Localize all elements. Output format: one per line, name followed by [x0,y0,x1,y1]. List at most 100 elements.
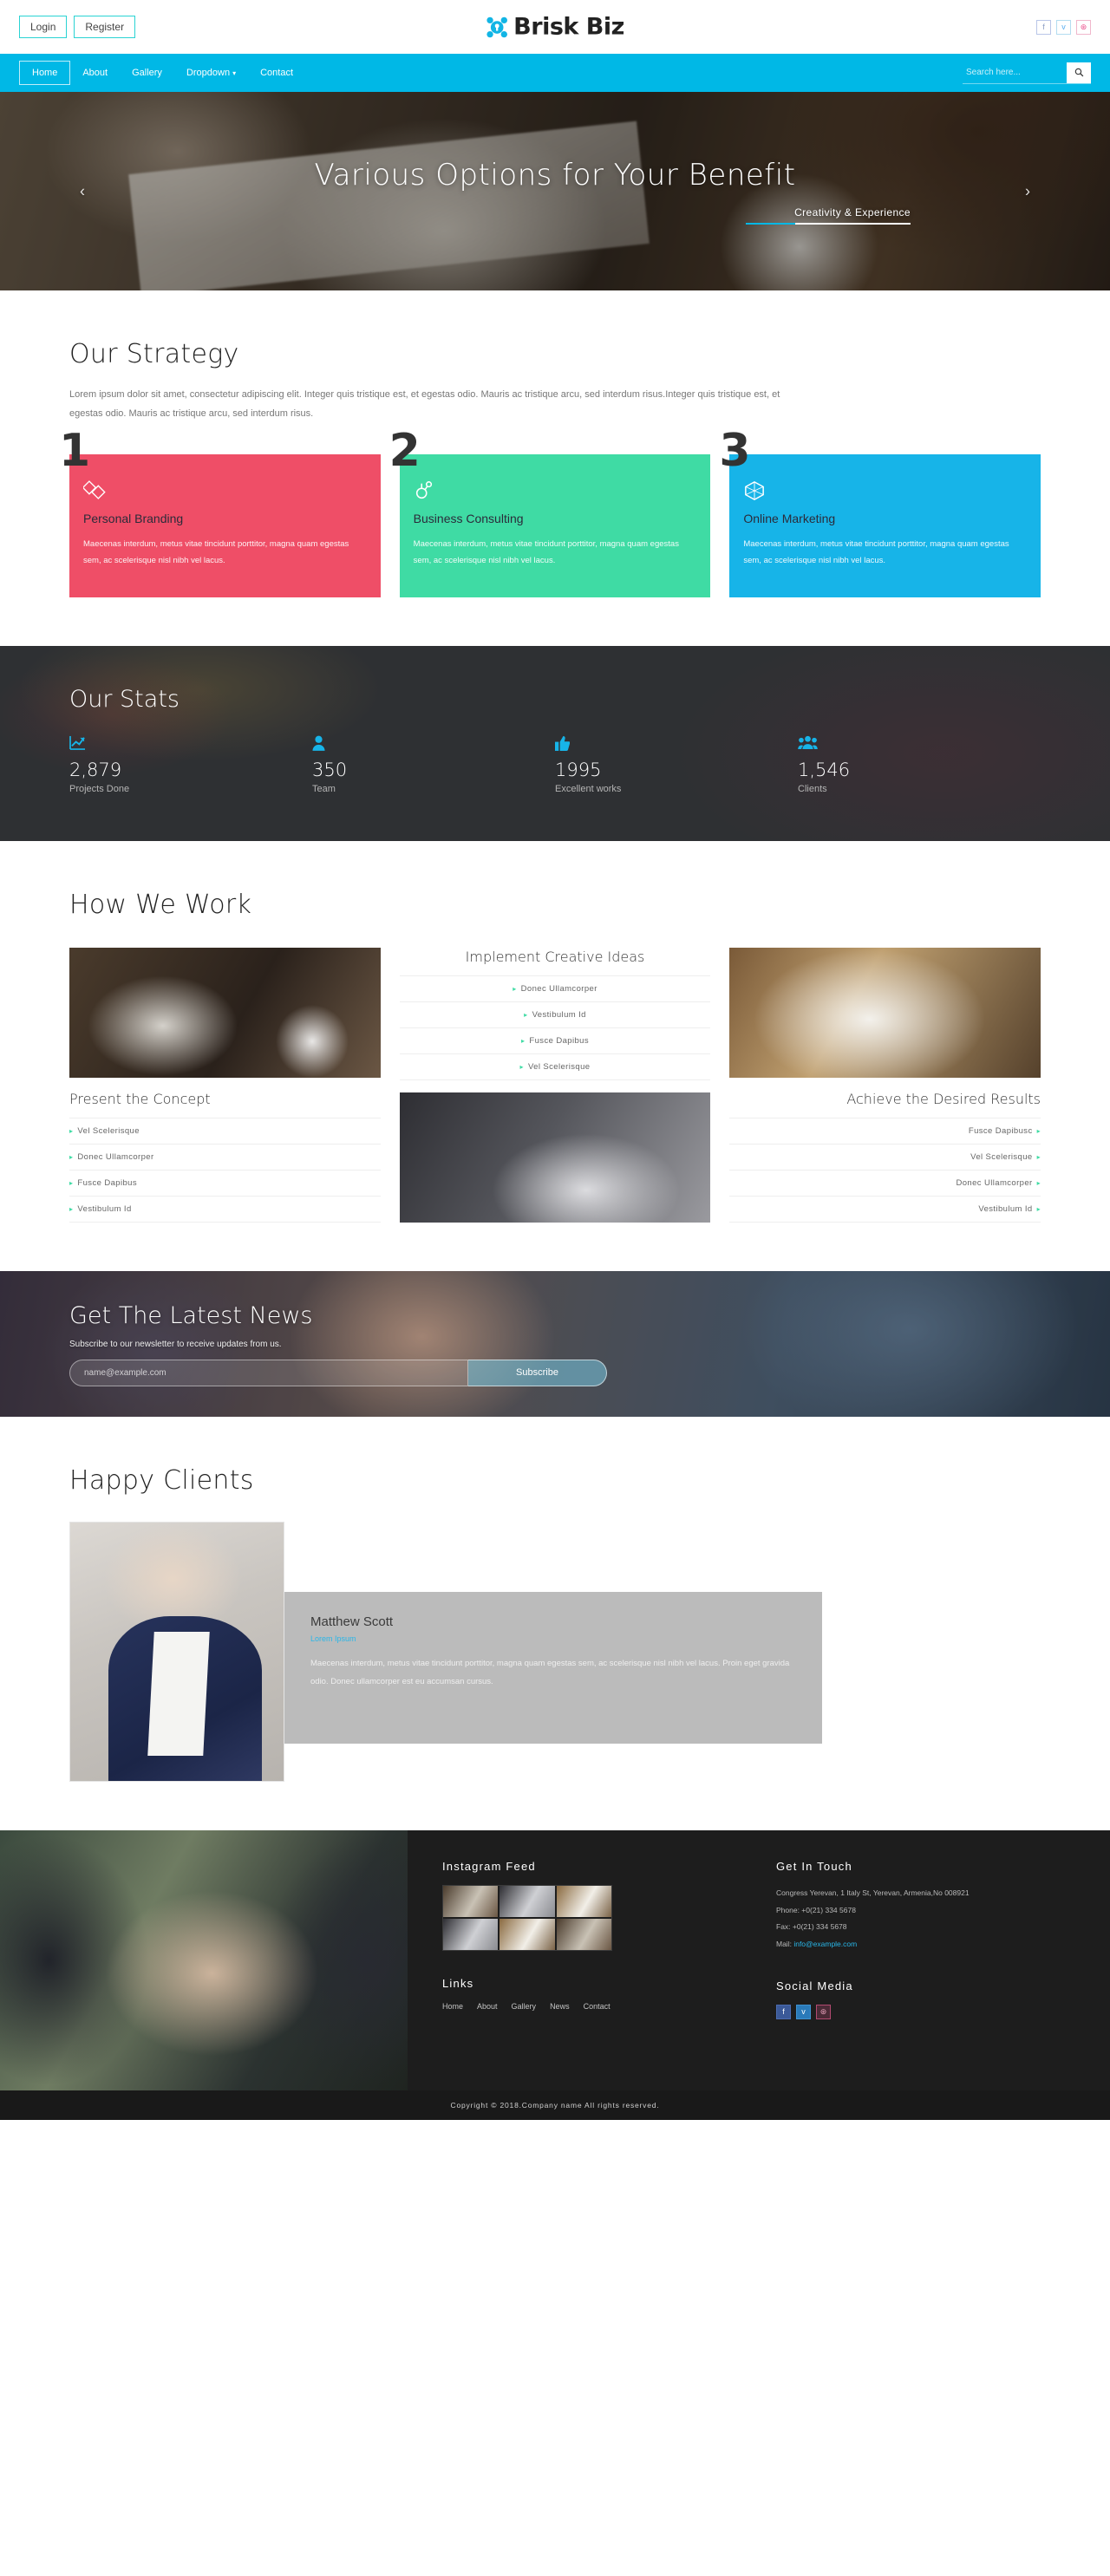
clients-section: Happy Clients Matthew Scott Lorem Ipsum … [0,1417,1110,1830]
twitter-icon[interactable]: ᴠ [796,2004,811,2019]
strategy-card-2[interactable]: 2 Business Consulting Maecenas interdum,… [389,428,711,597]
copyright-bar: Copyright © 2018.Company name All rights… [0,2090,1110,2121]
search-button[interactable] [1067,62,1091,83]
twitter-icon[interactable]: ᴠ [1056,19,1071,35]
list-item[interactable]: ▸ Donec Ullamcorper [69,1144,381,1170]
instagram-thumb[interactable] [500,1886,555,1918]
hero-underline [746,223,911,225]
card-title: Business Consulting [413,512,524,525]
footer-link-contact[interactable]: Contact [584,2002,610,2011]
list-item[interactable]: Fusce Dapibusc ▸ [729,1118,1041,1144]
instagram-thumb[interactable] [556,1886,611,1918]
list-item-label: Donec Ullamcorper [520,984,597,995]
bullet-icon: ▸ [1036,1153,1041,1162]
list-item-label: Fusce Dapibus [529,1036,589,1047]
how-image-1 [69,948,381,1078]
dribbble-icon[interactable]: ⊛ [816,2004,831,2019]
bullet-icon: ▸ [1036,1127,1041,1136]
nav-item-dropdown[interactable]: Dropdown ▾ [174,62,248,84]
nav-item-contact[interactable]: Contact [248,62,305,84]
footer-link-about[interactable]: About [477,2002,498,2011]
footer-content: Instagram Feed Links Home About Gallery … [408,1830,1110,2090]
social-heading: Social Media [776,1979,853,1992]
stat-team: 350 Team [312,735,555,794]
email-input[interactable] [69,1359,468,1386]
contact-heading: Get In Touch [776,1860,852,1874]
facebook-icon[interactable]: f [1036,19,1051,35]
list-item[interactable]: ▸ Donec Ullamcorper [399,975,711,1001]
instagram-thumb[interactable] [556,1919,611,1951]
footer-link-home[interactable]: Home [442,2002,463,2011]
subscribe-button[interactable]: Subscribe [468,1359,607,1386]
hero-subtitle: Creativity & Experience [794,206,911,218]
stat-value: 1,546 [798,760,851,780]
facebook-icon[interactable]: f [776,2004,791,2019]
list-item[interactable]: ▸ Vestibulum Id [69,1196,381,1223]
stat-excellent-works: 1995 Excellent works [555,735,798,794]
dribbble-icon[interactable]: ⊛ [1076,19,1091,35]
footer-column-contact: Get In Touch Congress Yerevan, 1 Italy S… [776,1860,1075,2068]
footer-links: Home About Gallery News Contact [442,2002,741,2011]
newsletter-form: Subscribe [69,1359,607,1386]
footer: Instagram Feed Links Home About Gallery … [0,1830,1110,2091]
nav-links: Home About Gallery Dropdown ▾ Contact [19,61,305,85]
nav-item-home[interactable]: Home [19,61,71,85]
clients-title: Happy Clients [69,1465,254,1497]
links-heading: Links [442,1977,474,1991]
list-item[interactable]: Donec Ullamcorper ▸ [729,1170,1041,1196]
instagram-thumb[interactable] [443,1886,499,1918]
strategy-card-3[interactable]: 3 Online Marketing Maecenas interdum, me… [719,428,1041,597]
client-name: Matthew Scott [310,1614,394,1630]
strategy-card-1[interactable]: 1 Personal Branding Maecenas interdum, m… [59,428,381,597]
how-list-3: Fusce Dapibusc ▸ Vel Scelerisque ▸ Donec U… [729,1118,1041,1223]
how-heading: Implement Creative Ideas [465,949,645,965]
bullet-icon: ▸ [69,1205,74,1214]
list-item[interactable]: ▸ Vel Scelerisque [69,1118,381,1144]
list-item[interactable]: ▸ Vestibulum Id [399,1001,711,1027]
nav-item-about[interactable]: About [70,62,120,84]
list-item-label: Donec Ullamcorper [956,1178,1033,1189]
list-item[interactable]: Vel Scelerisque ▸ [729,1144,1041,1170]
how-heading: Present the Concept [69,1091,211,1107]
list-item-label: Donec Ullamcorper [77,1152,154,1163]
instagram-thumb[interactable] [500,1919,555,1951]
instagram-thumb[interactable] [443,1919,499,1951]
card-title: Online Marketing [743,512,836,525]
strategy-title: Our Strategy [69,339,239,369]
thumbs-up-icon [555,735,798,753]
list-item[interactable]: ▸ Vel Scelerisque [399,1053,711,1081]
strategy-section: Our Strategy Lorem ipsum dolor sit amet,… [0,290,1110,646]
card-description: Maecenas interdum, metus vitae tincidunt… [413,539,679,566]
testimonial: Matthew Scott Lorem Ipsum Maecenas inter… [69,1522,1041,1783]
brand-name: Brisk Biz [513,13,624,41]
how-column-desired-results: Achieve the Desired Results Fusce Dapibu… [729,948,1041,1223]
contact-phone: Phone: +0(21) 334 5678 [776,1905,856,1914]
list-item-label: Vel Scelerisque [77,1126,140,1137]
client-photo [69,1522,284,1783]
contact-mail-label: Mail: [776,1940,792,1949]
link-squares-icon [82,480,367,503]
register-button[interactable]: Register [74,16,136,38]
chevron-down-icon: ▾ [232,69,237,77]
list-item[interactable]: Vestibulum Id ▸ [729,1196,1041,1223]
how-image-3 [729,948,1041,1078]
search-input[interactable] [963,63,1067,82]
newsletter-subtitle: Subscribe to our newsletter to receive u… [69,1339,282,1349]
testimonial-card: Matthew Scott Lorem Ipsum Maecenas inter… [284,1592,822,1745]
carousel-prev-button[interactable]: ‹ [80,182,85,200]
stat-value: 350 [312,760,348,780]
footer-link-news[interactable]: News [550,2002,570,2011]
list-item[interactable]: ▸ Fusce Dapibus [69,1170,381,1196]
carousel-next-button[interactable]: › [1025,182,1030,200]
nav-item-gallery[interactable]: Gallery [120,62,174,84]
contact-mail-link[interactable]: info@example.com [793,1940,857,1948]
footer-link-gallery[interactable]: Gallery [512,2002,537,2011]
instagram-heading: Instagram Feed [442,1860,536,1874]
list-item[interactable]: ▸ Fusce Dapibus [399,1027,711,1053]
strategy-intro: Lorem ipsum dolor sit amet, consectetur … [69,389,780,419]
login-button[interactable]: Login [19,16,68,38]
stats-title: Our Stats [69,686,180,713]
main-navigation: Home About Gallery Dropdown ▾ Contact [0,54,1110,92]
brand-logo[interactable]: Brisk Biz [486,14,624,41]
stat-value: 1995 [555,760,602,780]
